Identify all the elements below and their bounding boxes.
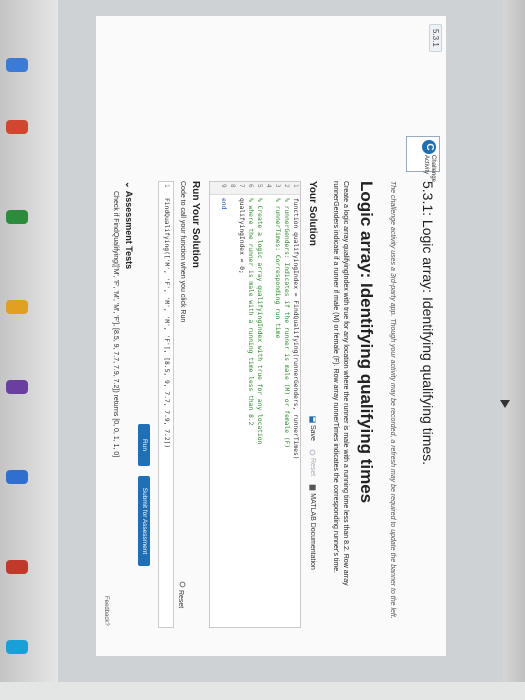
line-number: 7	[238, 184, 245, 188]
run-reset-button[interactable]: Reset	[177, 581, 186, 608]
code-line[interactable]: % runnerTimes: Corresponding run time	[273, 198, 282, 338]
section-nav-badge[interactable]: 5.3.1	[429, 24, 442, 52]
reset-label: Reset	[309, 457, 316, 477]
code-line[interactable]: % Create a logic array qualifyingIndex w…	[255, 198, 264, 444]
code-line[interactable]: end	[219, 198, 228, 209]
line-number: 2	[283, 184, 290, 188]
dock-icon[interactable]	[6, 470, 28, 484]
line-number: 5	[256, 184, 263, 188]
run-solution-heading: Run Your Solution	[190, 181, 201, 268]
save-label: Save	[309, 425, 316, 441]
run-code-line[interactable]: FindQualifying(['M', 'F', 'M', 'M', 'F']…	[159, 198, 173, 448]
line-number: 6	[247, 184, 254, 188]
assessment-tests-heading[interactable]: ⌄ Assessment Tests	[123, 181, 134, 269]
matlab-documentation-link[interactable]: MATLAB Documentation	[309, 484, 316, 570]
save-button[interactable]: Save	[309, 416, 316, 441]
reset-button[interactable]: Reset	[309, 449, 316, 476]
assessment-check-text: Check if FindQualifying(['M', 'F', 'M', …	[112, 191, 119, 458]
third-party-notice: The challenge activity uses a 3rd-party …	[389, 181, 396, 619]
line-number: 3	[274, 184, 281, 188]
mouse-cursor-icon	[500, 400, 510, 408]
challenge-badge-label: Challenge Activity	[423, 155, 436, 183]
code-line[interactable]: function qualifyingIndex = FindQualifyin…	[291, 198, 300, 460]
your-solution-heading: Your Solution	[307, 181, 318, 246]
reset-icon	[309, 449, 316, 456]
screen-right-edge	[503, 0, 525, 700]
run-solution-subtitle: Code to call your function when you clic…	[179, 181, 186, 323]
dock-icon[interactable]	[6, 300, 28, 314]
problem-description: Create a logic array qualifyingIndex wit…	[332, 181, 349, 586]
code-line[interactable]: qualifyingIndex = 0;	[237, 198, 246, 274]
dock-icon[interactable]	[6, 58, 28, 72]
line-number: 4	[265, 184, 272, 188]
line-number: 8	[229, 184, 236, 188]
dock-icon[interactable]	[6, 560, 28, 574]
run-reset-label: Reset	[177, 589, 184, 609]
page-title: Logic array: Identifying qualifying time…	[357, 181, 376, 504]
feedback-link[interactable]: Feedback?	[103, 596, 109, 626]
dock-icon[interactable]	[6, 210, 28, 224]
dock-icon[interactable]	[6, 120, 28, 134]
code-editor[interactable]: 1 function qualifyingIndex = FindQualify…	[209, 181, 301, 628]
challenge-activity-badge: C Challenge Activity	[406, 136, 440, 182]
save-icon	[309, 416, 316, 423]
line-number: 1	[292, 184, 299, 188]
editor-toolbar: Save Reset MATLAB Documentation	[309, 416, 316, 570]
code-line[interactable]: % runnerGenders: Indicates if the runner…	[282, 198, 291, 448]
line-number: 9	[220, 184, 227, 188]
line-number: 1	[163, 184, 170, 188]
submit-assessment-button[interactable]: Submit for Assessment	[138, 476, 150, 566]
browser-page: 5.3.1 C Challenge Activity 5.3.1: Logic …	[96, 16, 446, 656]
assessment-title-label: Assessment Tests	[124, 190, 134, 270]
activity-title: 5.3.1: Logic array: Identifying qualifyi…	[420, 181, 436, 466]
chevron-down-icon: ⌄	[124, 181, 134, 189]
dock-icon[interactable]	[6, 380, 28, 394]
run-code-box[interactable]: 1 FindQualifying(['M', 'F', 'M', 'M', 'F…	[158, 181, 174, 628]
dock-icon[interactable]	[6, 640, 28, 654]
matlab-doc-label: MATLAB Documentation	[309, 493, 316, 570]
screen-bottom-edge	[0, 682, 525, 700]
code-line[interactable]: % where the runner is male with a runnin…	[246, 198, 255, 425]
document-icon	[309, 484, 316, 491]
run-button[interactable]: Run	[138, 424, 150, 466]
reset-icon	[179, 581, 186, 588]
challenge-icon: C	[422, 140, 436, 154]
screen-left-edge	[0, 0, 58, 700]
